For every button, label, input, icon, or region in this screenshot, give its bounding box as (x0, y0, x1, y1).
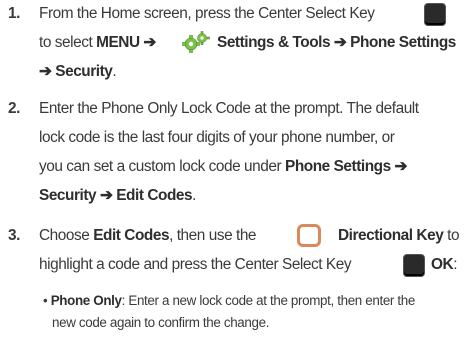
step-text: Choose Edit Codes, then use the (39, 227, 257, 244)
step-number: 2. (8, 100, 20, 117)
directional-key-icon (297, 224, 321, 247)
step-text: From the Home screen, press the Center S… (39, 5, 375, 22)
step-text: to select MENU ➔ (39, 34, 156, 51)
step-text: lock code is the last four digits of you… (39, 129, 395, 146)
step-text: Directional Key to (338, 227, 460, 244)
bullet-text: • Phone Only: Enter a new lock code at t… (43, 293, 415, 308)
step-text: OK: (431, 256, 458, 273)
bullet-text: new code again to confirm the change. (52, 315, 270, 330)
settings-gear-icon (181, 30, 211, 54)
menu-label: MENU (96, 34, 140, 51)
step-text: Enter the Phone Only Lock Code at the pr… (39, 100, 419, 117)
step-text: highlight a code and press the Center Se… (39, 256, 352, 273)
center-select-key-icon (424, 3, 446, 26)
settings-path: Settings & Tools ➔ Phone Settings (217, 34, 456, 51)
step-text: Security ➔ Edit Codes. (39, 187, 196, 204)
step-number: 3. (8, 227, 20, 244)
step-text: you can set a custom lock code under Pho… (39, 158, 407, 175)
step-text: ➔ Security. (39, 63, 117, 80)
step-number: 1. (8, 5, 20, 22)
center-select-key-icon (403, 254, 425, 277)
